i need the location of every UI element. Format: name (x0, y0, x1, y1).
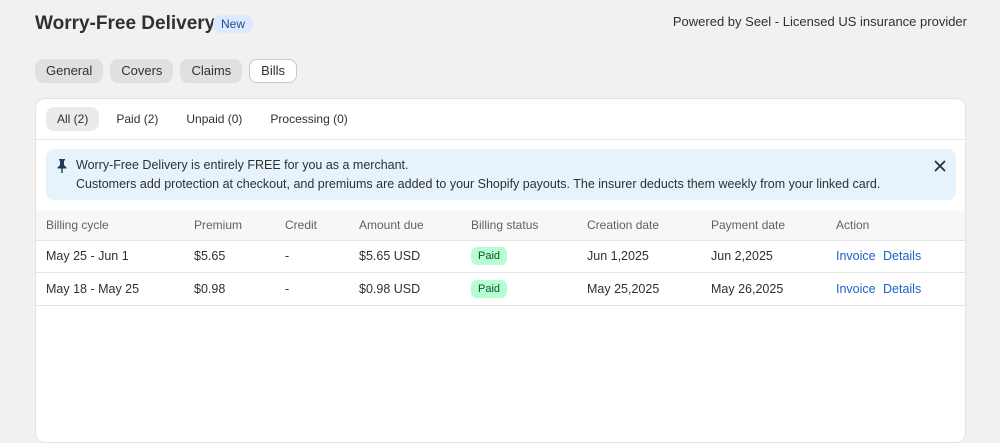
close-icon[interactable] (934, 160, 946, 172)
billing-cycle: May 25 - Jun 1 (46, 249, 129, 263)
details-link[interactable]: Details (883, 282, 921, 296)
payment-date: Jun 2,2025 (711, 249, 773, 263)
status-badge: Paid (471, 247, 508, 265)
invoice-link[interactable]: Invoice (836, 282, 876, 296)
bill-filter-tabs: All (2) Paid (2) Unpaid (0) Processing (… (46, 107, 359, 131)
pin-icon (57, 159, 67, 173)
filter-all[interactable]: All (2) (46, 107, 100, 131)
table-header: Billing cycle Premium Credit Amount due … (36, 211, 965, 241)
billing-cycle: May 18 - May 25 (46, 282, 140, 296)
col-amount-due: Amount due (359, 218, 424, 232)
divider (36, 139, 965, 140)
filter-paid[interactable]: Paid (2) (105, 107, 169, 131)
tab-covers[interactable]: Covers (110, 59, 174, 83)
main-tabs: General Covers Claims Bills (35, 59, 298, 83)
invoice-link[interactable]: Invoice (836, 249, 876, 263)
col-billing-cycle: Billing cycle (46, 218, 109, 232)
banner-text-line1: Worry-Free Delivery is entirely FREE for… (76, 158, 409, 172)
premium: $0.98 (194, 282, 226, 296)
table-row: May 18 - May 25 $0.98 - $0.98 USD Paid M… (36, 273, 965, 306)
info-banner: Worry-Free Delivery is entirely FREE for… (46, 149, 956, 200)
new-badge: New (213, 15, 254, 33)
col-premium: Premium (194, 218, 243, 232)
credit: - (285, 282, 290, 296)
creation-date: Jun 1,2025 (587, 249, 649, 263)
filter-processing[interactable]: Processing (0) (259, 107, 358, 131)
amount-due: $0.98 USD (359, 282, 421, 296)
table-row: May 25 - Jun 1 $5.65 - $5.65 USD Paid Ju… (36, 240, 965, 273)
details-link[interactable]: Details (883, 249, 921, 263)
powered-by-text: Powered by Seel - Licensed US insurance … (672, 14, 967, 29)
premium: $5.65 (194, 249, 226, 263)
banner-text-line2: Customers add protection at checkout, an… (76, 177, 881, 191)
amount-due: $5.65 USD (359, 249, 421, 263)
tab-claims[interactable]: Claims (180, 59, 243, 83)
tab-general[interactable]: General (35, 59, 104, 83)
col-billing-status: Billing status (471, 218, 539, 232)
col-action: Action (836, 218, 870, 232)
tab-bills[interactable]: Bills (249, 59, 298, 83)
col-payment-date: Payment date (711, 218, 786, 232)
bills-card: All (2) Paid (2) Unpaid (0) Processing (… (35, 98, 966, 443)
filter-unpaid[interactable]: Unpaid (0) (175, 107, 253, 131)
credit: - (285, 249, 290, 263)
col-creation-date: Creation date (587, 218, 660, 232)
page-header: Worry-Free Delivery New Powered by Seel … (35, 12, 967, 38)
payment-date: May 26,2025 (711, 282, 784, 296)
page-title: Worry-Free Delivery (35, 13, 216, 34)
creation-date: May 25,2025 (587, 282, 660, 296)
col-credit: Credit (285, 218, 318, 232)
status-badge: Paid (471, 280, 508, 298)
